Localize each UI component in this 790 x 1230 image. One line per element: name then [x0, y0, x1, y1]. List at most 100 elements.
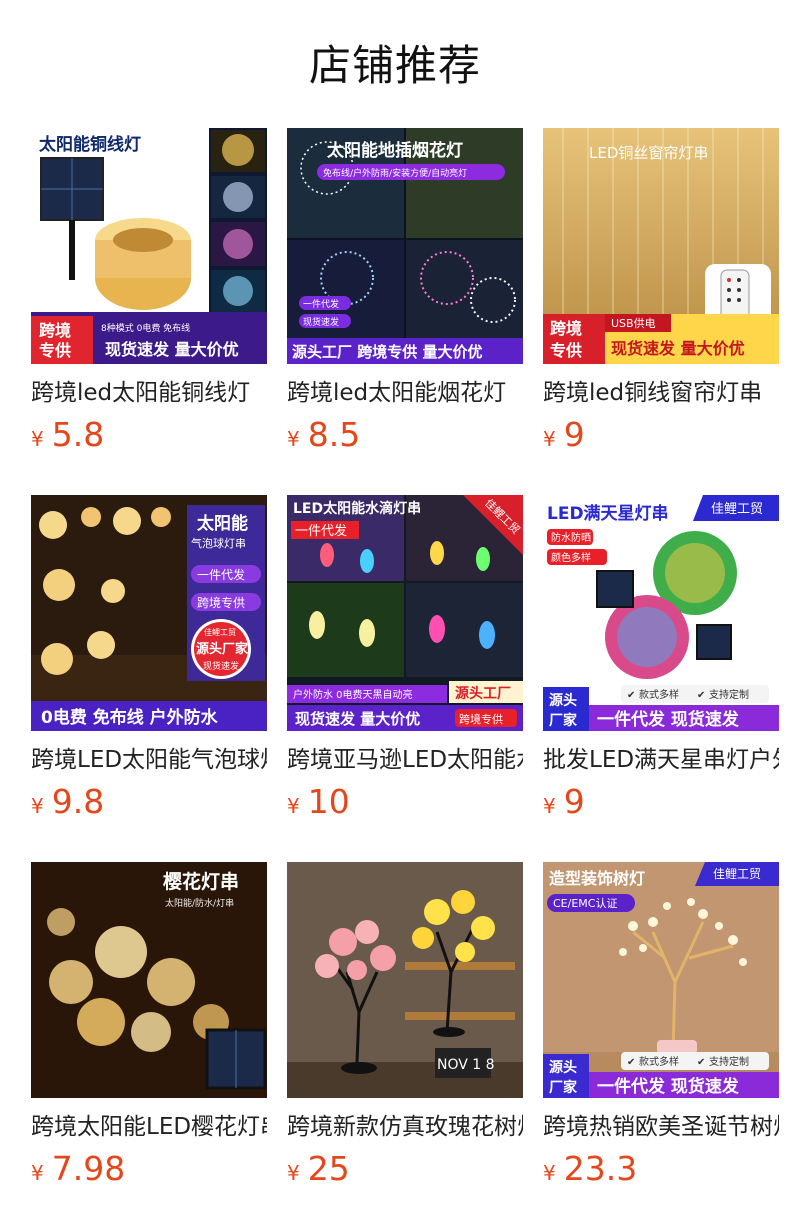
product-price: ¥9 [543, 782, 779, 828]
clock-display: NOV 1 8 [437, 1057, 495, 1073]
shop-recommendation-page: 店铺推荐 太阳能铜线灯 跨境 专供 8种模式 0电费 免布线 现货速发 量大价优… [0, 0, 790, 1230]
product-card[interactable]: 太阳能 气泡球灯串 一件代发 跨境专供 佳鲤工贸 源头厂家 现货速发 0电费 免… [31, 495, 267, 862]
product-name[interactable]: 跨境亚马逊LED太阳能水滴灯串 [287, 744, 523, 776]
decorative-tree-light-image: 造型装饰树灯 佳鲤工贸 CE/EMC认证 ✔ 款式多样 ✔ 支持定制 源头 厂家… [543, 862, 779, 1098]
page-title: 店铺推荐 [308, 41, 481, 90]
currency-symbol: ¥ [287, 794, 300, 818]
currency-symbol: ¥ [31, 427, 44, 451]
product-name[interactable]: 跨境热销欧美圣诞节树灯 [543, 1111, 779, 1143]
banner-subtitle: 太阳能/防水/灯串 [165, 897, 234, 909]
svg-text:源头: 源头 [549, 1059, 577, 1076]
product-name[interactable]: 跨境led太阳能烟花灯 [287, 377, 523, 409]
price-value: 10 [307, 782, 350, 821]
svg-text:厂家: 厂家 [549, 712, 578, 729]
svg-text:✔: ✔ [627, 1057, 635, 1068]
banner-title: 造型装饰树灯 [549, 869, 645, 888]
product-image[interactable]: 太阳能 气泡球灯串 一件代发 跨境专供 佳鲤工贸 源头厂家 现货速发 0电费 免… [31, 495, 267, 731]
currency-symbol: ¥ [543, 427, 556, 451]
product-name[interactable]: 跨境LED太阳能气泡球灯串 [31, 744, 267, 776]
price-value: 5.8 [51, 415, 105, 454]
copper-wire-light-image: 太阳能铜线灯 跨境 专供 8种模式 0电费 免布线 现货速发 量大价优 [31, 128, 267, 364]
product-name[interactable]: 跨境led铜线窗帘灯串 [543, 377, 779, 409]
firework-light-image: 太阳能地插烟花灯 免布线/户外防雨/安装方便/自动亮灯 一件代发 现货速发 源头… [287, 128, 523, 364]
product-card[interactable]: LED满天星灯串 佳鲤工贸 防水防晒 颜色多样 ✔ 款式多样 ✔ 支持定制 源头… [543, 495, 779, 862]
price-value: 9.8 [51, 782, 105, 821]
banner-tag: 跨境专供 [197, 595, 245, 610]
banner-tag: 现货速发 [303, 316, 339, 328]
banner-title: LED太阳能水滴灯串 [293, 500, 421, 517]
product-image[interactable]: 樱花灯串 太阳能/防水/灯串 [31, 862, 267, 1098]
product-image[interactable]: 造型装饰树灯 佳鲤工贸 CE/EMC认证 ✔ 款式多样 ✔ 支持定制 源头 厂家… [543, 862, 779, 1098]
banner-bottom: 现货速发 量大价优 [105, 340, 239, 359]
banner-check: 支持定制 [709, 1055, 749, 1068]
banner-title: 太阳能铜线灯 [39, 134, 141, 155]
curtain-light-image: LED铜丝窗帘灯串 跨境 专供 USB供电 现货速发 量大价优 [543, 128, 779, 364]
svg-text:跨境: 跨境 [550, 319, 582, 338]
banner-title: 太阳能地插烟花灯 [327, 140, 463, 161]
product-price: ¥9.8 [31, 782, 267, 828]
banner-tag: CE/EMC认证 [553, 897, 617, 910]
product-price: ¥9 [543, 415, 779, 461]
svg-text:源头: 源头 [549, 692, 577, 709]
price-value: 25 [307, 1149, 350, 1188]
price-value: 7.98 [51, 1149, 126, 1188]
banner-corner: 佳鲤工贸 [711, 502, 763, 517]
banner-mode: 8种模式 0电费 免布线 [101, 322, 190, 334]
banner-bottom: 现货速发 量大价优 [611, 339, 745, 358]
product-card[interactable]: 樱花灯串 太阳能/防水/灯串 跨境太阳能LED樱花灯串 ¥7.98 [31, 862, 267, 1229]
banner-cross: 跨境专供 [459, 712, 503, 726]
product-price: ¥7.98 [31, 1149, 267, 1195]
banner-title: LED铜丝窗帘灯串 [589, 144, 708, 162]
product-name[interactable]: 批发LED满天星串灯户外 [543, 744, 779, 776]
product-price: ¥5.8 [31, 415, 267, 461]
svg-text:跨境: 跨境 [39, 321, 71, 340]
product-image[interactable]: 太阳能地插烟花灯 免布线/户外防雨/安装方便/自动亮灯 一件代发 现货速发 源头… [287, 128, 523, 364]
banner-bottom: 0电费 免布线 户外防水 [41, 707, 219, 728]
banner-bottom: 源头工厂 跨境专供 量大价优 [292, 343, 482, 361]
banner-tag: 颜色多样 [551, 551, 591, 564]
banner-subtitle: 免布线/户外防雨/安装方便/自动亮灯 [323, 167, 467, 179]
product-card[interactable]: NOV 1 8 跨境新款仿真玫瑰花树灯 ¥25 [287, 862, 523, 1229]
svg-text:专供: 专供 [550, 341, 582, 360]
currency-symbol: ¥ [543, 1161, 556, 1185]
banner-line: 户外防水 0电费天黑自动亮 [293, 688, 413, 701]
product-grid: 太阳能铜线灯 跨境 专供 8种模式 0电费 免布线 现货速发 量大价优 跨境le… [31, 128, 779, 1229]
price-value: 9 [563, 782, 585, 821]
product-card[interactable]: 太阳能地插烟花灯 免布线/户外防雨/安装方便/自动亮灯 一件代发 现货速发 源头… [287, 128, 523, 495]
product-image[interactable]: LED太阳能水滴灯串 一件代发 佳鲤工贸 户外防水 0电费天黑自动亮 源头工厂 … [287, 495, 523, 731]
svg-text:专供: 专供 [39, 341, 71, 360]
banner-seal: 现货速发 [203, 660, 239, 672]
banner-seal: 佳鲤工贸 [204, 627, 236, 637]
starry-string-light-image: LED满天星灯串 佳鲤工贸 防水防晒 颜色多样 ✔ 款式多样 ✔ 支持定制 源头… [543, 495, 779, 731]
product-name[interactable]: 跨境led太阳能铜线灯 [31, 377, 267, 409]
product-image[interactable]: 太阳能铜线灯 跨境 专供 8种模式 0电费 免布线 现货速发 量大价优 [31, 128, 267, 364]
price-value: 8.5 [307, 415, 361, 454]
currency-symbol: ¥ [287, 1161, 300, 1185]
svg-text:✔: ✔ [697, 690, 705, 701]
banner-usb: USB供电 [611, 316, 656, 330]
rose-tree-light-image: NOV 1 8 [287, 862, 523, 1098]
banner-tag: 一件代发 [303, 298, 339, 310]
svg-text:厂家: 厂家 [549, 1079, 578, 1096]
product-price: ¥23.3 [543, 1149, 779, 1195]
product-card[interactable]: LED铜丝窗帘灯串 跨境 专供 USB供电 现货速发 量大价优 跨境led铜线窗… [543, 128, 779, 495]
water-drop-light-image: LED太阳能水滴灯串 一件代发 佳鲤工贸 户外防水 0电费天黑自动亮 源头工厂 … [287, 495, 523, 731]
banner-check: 支持定制 [709, 688, 749, 701]
currency-symbol: ¥ [31, 794, 44, 818]
banner-tag: 防水防晒 [551, 531, 591, 544]
product-image[interactable]: LED铜丝窗帘灯串 跨境 专供 USB供电 现货速发 量大价优 [543, 128, 779, 364]
product-card[interactable]: 造型装饰树灯 佳鲤工贸 CE/EMC认证 ✔ 款式多样 ✔ 支持定制 源头 厂家… [543, 862, 779, 1229]
banner-title: 樱花灯串 [163, 870, 239, 893]
product-card[interactable]: 太阳能铜线灯 跨境 专供 8种模式 0电费 免布线 现货速发 量大价优 跨境le… [31, 128, 267, 495]
product-card[interactable]: LED太阳能水滴灯串 一件代发 佳鲤工贸 户外防水 0电费天黑自动亮 源头工厂 … [287, 495, 523, 862]
product-name[interactable]: 跨境新款仿真玫瑰花树灯 [287, 1111, 523, 1143]
price-value: 23.3 [563, 1149, 638, 1188]
banner-title: LED满天星灯串 [547, 503, 669, 524]
product-image[interactable]: NOV 1 8 [287, 862, 523, 1098]
product-name[interactable]: 跨境太阳能LED樱花灯串 [31, 1111, 267, 1143]
banner-check: 款式多样 [639, 688, 679, 701]
banner-bottom: 一件代发 现货速发 [597, 1076, 740, 1097]
product-image[interactable]: LED满天星灯串 佳鲤工贸 防水防晒 颜色多样 ✔ 款式多样 ✔ 支持定制 源头… [543, 495, 779, 731]
banner-tag: 一件代发 [295, 523, 347, 539]
cherry-blossom-light-image: 樱花灯串 太阳能/防水/灯串 [31, 862, 267, 1098]
